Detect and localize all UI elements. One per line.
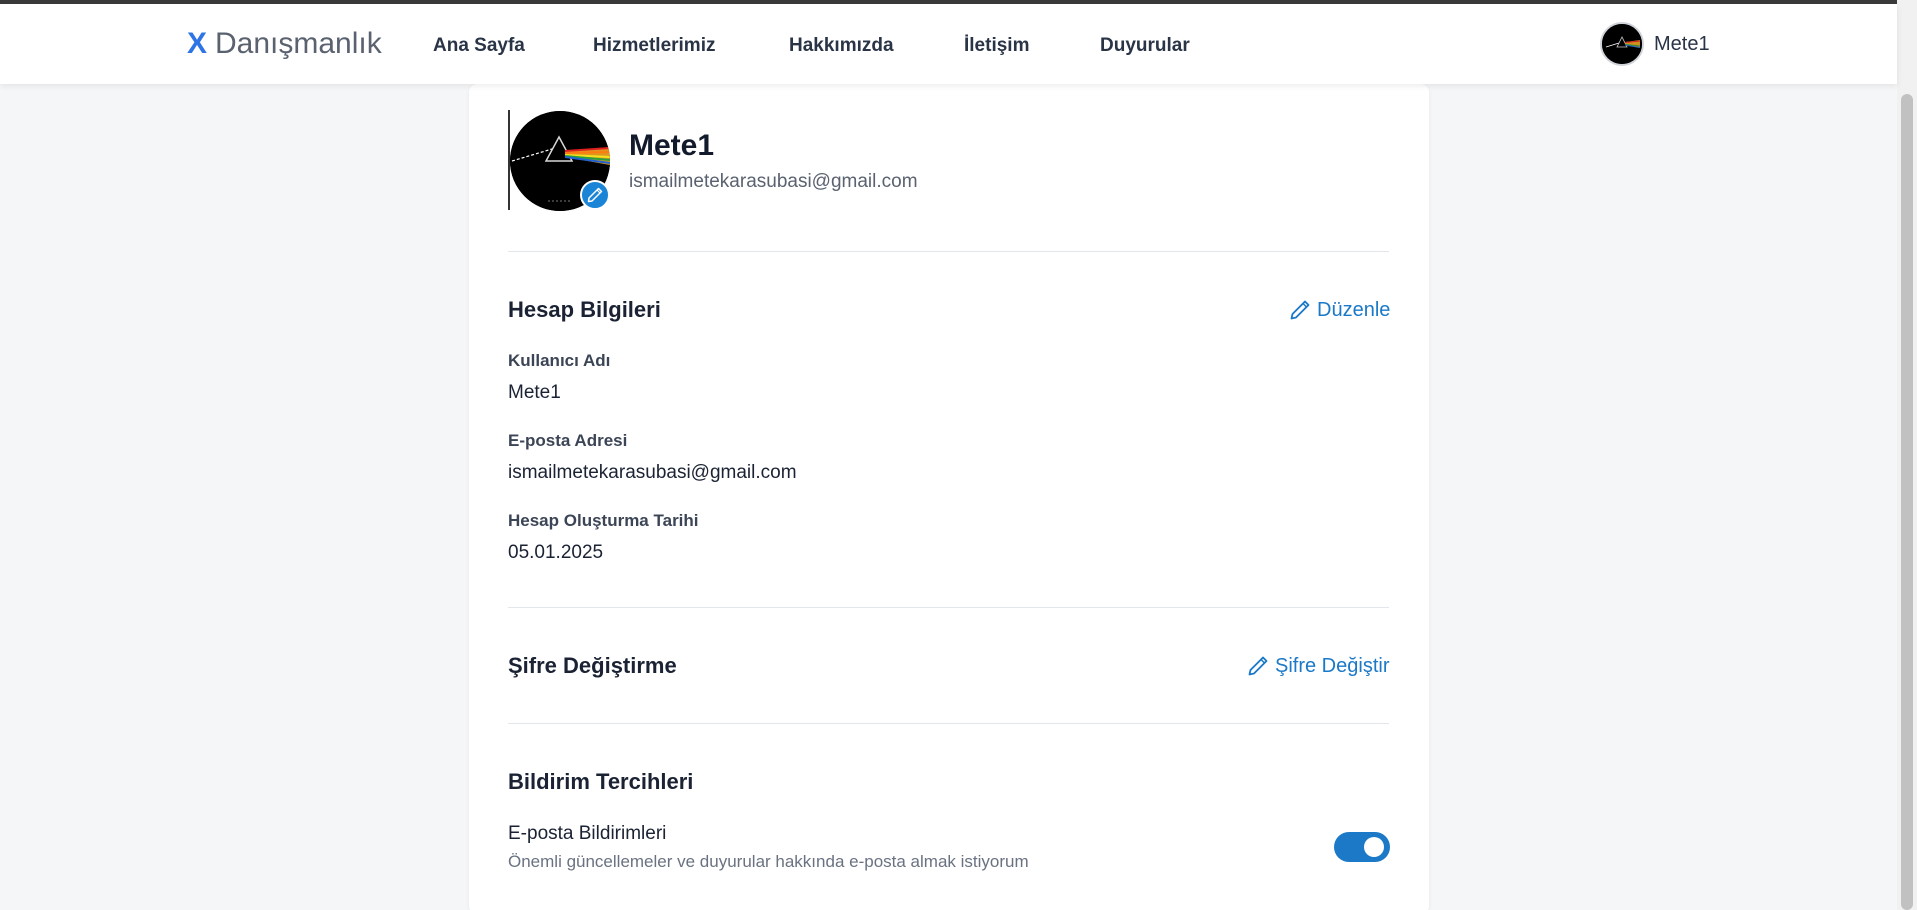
edit-account-label: Düzenle (1317, 299, 1391, 321)
avatar (1600, 22, 1644, 66)
section-title-password: Şifre Değiştirme (508, 653, 677, 678)
email-notifications-title: E-posta Bildirimleri (508, 823, 667, 844)
nav-link-services[interactable]: Hizmetlerimiz (593, 34, 715, 58)
field-value-created-date: 05.01.2025 (508, 542, 604, 563)
pencil-icon (1248, 656, 1268, 676)
avatar-edit-button[interactable] (580, 180, 610, 210)
profile-email: ismailmetekarasubasi@gmail.com (629, 171, 918, 192)
brand-logo[interactable]: X Danışmanlık (187, 26, 382, 62)
brand-name: Danışmanlık (215, 27, 382, 60)
section-title-notifications: Bildirim Tercihleri (508, 769, 694, 794)
profile-name: Mete1 (629, 129, 715, 162)
toggle-knob (1364, 837, 1384, 857)
email-notifications-toggle[interactable] (1334, 832, 1390, 862)
divider (508, 607, 1389, 608)
user-menu-name: Mete1 (1654, 32, 1710, 55)
brand-x-mark: X (187, 27, 208, 60)
field-value-username: Mete1 (508, 382, 561, 403)
user-menu[interactable]: Mete1 (1600, 22, 1710, 66)
divider (508, 723, 1389, 724)
nav-link-home[interactable]: Ana Sayfa (433, 34, 525, 58)
field-label-email: E-posta Adresi (508, 431, 628, 450)
change-password-label: Şifre Değiştir (1275, 655, 1390, 677)
prism-album-icon (1602, 24, 1642, 64)
pencil-icon (1290, 300, 1310, 320)
profile-header: Mete1 ismailmetekarasubasi@gmail.com (508, 110, 1388, 212)
nav-link-about[interactable]: Hakkımızda (789, 34, 894, 58)
navbar: X Danışmanlık Ana Sayfa Hizmetlerimiz Hak… (0, 4, 1897, 84)
nav-link-announcements[interactable]: Duyurular (1100, 34, 1190, 58)
edit-account-button[interactable]: Düzenle (1289, 297, 1390, 323)
change-password-button[interactable]: Şifre Değiştir (1247, 653, 1389, 679)
pencil-icon (587, 187, 603, 203)
nav-link-contact[interactable]: İletişim (964, 34, 1029, 58)
scrollbar-thumb[interactable] (1901, 94, 1913, 910)
page-scrollbar[interactable] (1897, 0, 1917, 910)
profile-avatar-wrap (508, 110, 610, 212)
divider (508, 251, 1389, 252)
section-title-account: Hesap Bilgileri (508, 297, 661, 322)
field-value-email: ismailmetekarasubasi@gmail.com (508, 462, 797, 483)
field-label-created-date: Hesap Oluşturma Tarihi (508, 511, 699, 530)
field-label-username: Kullanıcı Adı (508, 351, 611, 370)
email-notifications-description: Önemli güncellemeler ve duyurular hakkın… (508, 852, 1029, 871)
